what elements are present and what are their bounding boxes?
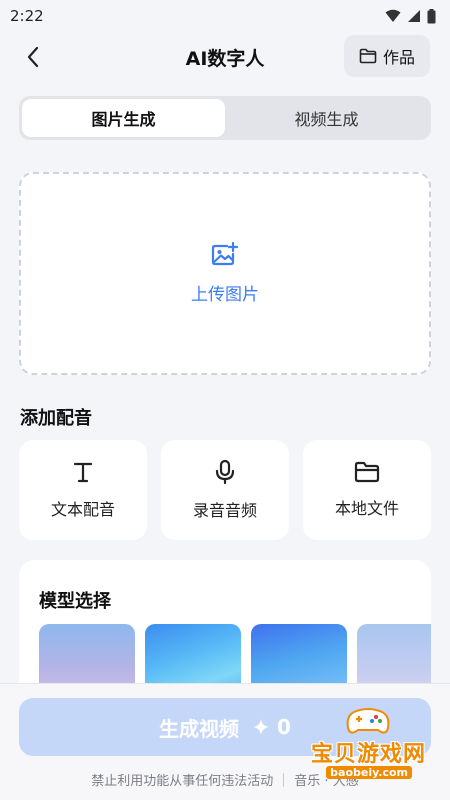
tab-image-generation[interactable]: 图片生成 <box>22 99 225 137</box>
status-bar: 2:22 <box>0 0 450 32</box>
upload-image-area[interactable]: 上传图片 <box>19 172 431 375</box>
works-button[interactable]: 作品 <box>344 35 430 77</box>
watermark-url: baobeiy.com <box>326 766 412 779</box>
divider <box>283 772 285 787</box>
model-section-title: 模型选择 <box>39 591 111 612</box>
generate-video-label: 生成视频 <box>159 716 240 741</box>
disclaimer-text: 禁止利用功能从事任何违法活动 <box>91 774 274 789</box>
record-audio-label: 录音音频 <box>192 501 257 520</box>
generate-cost-value: 0 <box>277 715 291 739</box>
text-voiceover-button[interactable]: 文本配音 <box>19 440 147 540</box>
microphone-icon <box>215 459 235 485</box>
local-file-button[interactable]: 本地文件 <box>303 440 431 540</box>
watermark-text: 宝贝游戏网 <box>310 742 426 767</box>
wifi-icon <box>385 9 401 22</box>
text-voiceover-label: 文本配音 <box>50 500 115 519</box>
model-selection-panel: 模型选择 <box>19 560 431 700</box>
status-icons <box>385 8 436 24</box>
upload-image-label: 上传图片 <box>191 285 259 305</box>
tab-video-generation[interactable]: 视频生成 <box>225 99 428 137</box>
gamepad-icon <box>346 708 390 734</box>
audio-options: 文本配音 录音音频 本地文件 <box>19 440 431 540</box>
battery-icon <box>427 8 436 23</box>
audio-section-title: 添加配音 <box>20 408 92 429</box>
generate-cost: 0 <box>253 715 291 739</box>
folder-icon <box>354 461 380 483</box>
works-label: 作品 <box>382 48 415 67</box>
record-audio-button[interactable]: 录音音频 <box>161 440 289 540</box>
add-image-icon <box>211 242 239 266</box>
sparkle-icon <box>253 719 270 735</box>
signal-icon <box>408 10 420 22</box>
folder-icon <box>359 48 377 64</box>
text-icon <box>73 462 93 483</box>
header: AI数字人 作品 <box>0 34 450 80</box>
status-time: 2:22 <box>10 7 44 25</box>
watermark: 宝贝游戏网 baobeiy.com <box>302 704 432 786</box>
generation-tabs: 图片生成 视频生成 <box>19 96 431 140</box>
local-file-label: 本地文件 <box>334 499 399 518</box>
